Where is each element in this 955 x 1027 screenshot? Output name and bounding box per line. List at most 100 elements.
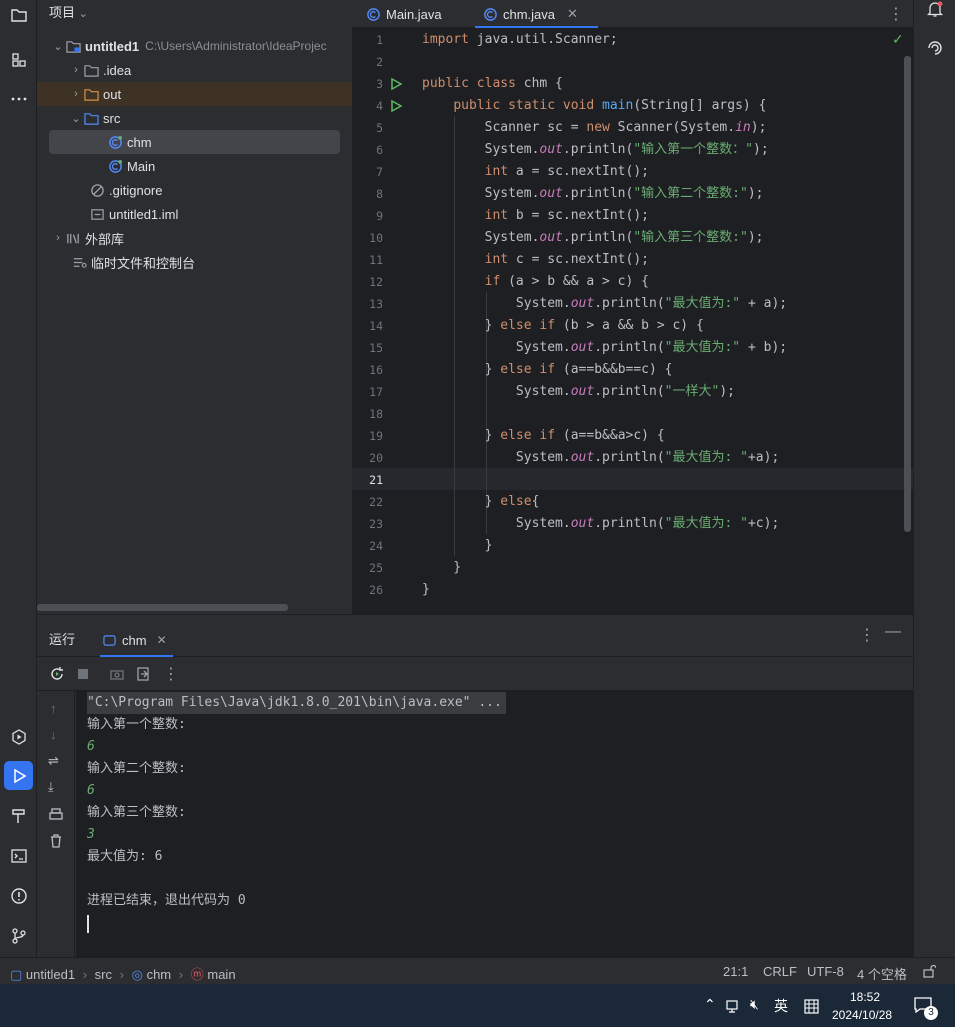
tree-item-label: src — [103, 110, 121, 126]
camera-icon[interactable] — [109, 666, 125, 682]
code-line-16: } else if (a==b&&b==c) { — [422, 362, 673, 377]
library-icon — [65, 230, 81, 246]
code-line-10: System.out.println("输入第三个整数:"); — [422, 230, 764, 245]
editor-tab-bar: Main.java chm.java ✕ ⋮ — [352, 0, 913, 28]
check-icon: ✓ — [892, 31, 904, 47]
project-title-label: 项目 — [49, 5, 76, 20]
lock-icon[interactable] — [922, 964, 936, 978]
horizontal-scrollbar[interactable] — [37, 604, 288, 611]
windows-taskbar: ⌃ 🔇︎ 英 18:52 2024/10/28 3 — [0, 984, 955, 1027]
code-line-7: int a = sc.nextInt(); — [484, 164, 649, 179]
close-icon[interactable]: ✕ — [567, 6, 578, 22]
rerun-icon[interactable] — [49, 666, 65, 682]
more-tools-button[interactable] — [4, 84, 33, 113]
code-line-25: } — [422, 560, 462, 575]
tree-item-untitled1[interactable]: ⌄ untitled1 C:\Users\Administrator\IdeaP… — [37, 34, 352, 58]
tab-options-icon[interactable]: ⋮ — [888, 4, 904, 24]
run-class-icon[interactable] — [389, 77, 403, 91]
folder-icon — [83, 62, 99, 78]
folder-icon — [10, 8, 27, 22]
exit-icon[interactable] — [135, 666, 151, 682]
stop-icon[interactable] — [75, 666, 91, 682]
tree-item-scratches[interactable]: 临时文件和控制台 — [37, 250, 352, 274]
print-icon[interactable] — [48, 807, 64, 823]
line-number: 5 — [376, 121, 383, 135]
ai-assistant-button[interactable] — [920, 33, 949, 62]
terminal-tool-button[interactable] — [4, 841, 33, 870]
caret-position[interactable]: 21:1 — [723, 964, 748, 979]
run-panel-title: 运行 — [49, 632, 76, 647]
tree-item-gitignore[interactable]: .gitignore — [37, 178, 352, 202]
source-folder-icon — [83, 110, 99, 126]
ai-assistant-icon — [927, 40, 942, 55]
tree-item-out[interactable]: › out — [37, 82, 352, 106]
java-class-icon — [484, 7, 497, 21]
tree-item-external-libraries[interactable]: › 外部库 — [37, 226, 352, 250]
run-tab-chm[interactable]: chm ✕ — [100, 623, 173, 657]
problems-tool-button[interactable] — [4, 881, 33, 910]
vertical-scrollbar[interactable] — [904, 56, 911, 532]
chevron-down-icon[interactable]: ⌄ — [51, 40, 65, 53]
services-tool-button[interactable] — [4, 722, 33, 751]
indent-setting[interactable]: 4 个空格 — [857, 964, 907, 983]
chevron-right-icon[interactable]: › — [69, 64, 83, 76]
folder-orange-icon — [83, 86, 99, 102]
keyboard-grid-icon[interactable] — [804, 999, 819, 1014]
tree-item-iml[interactable]: untitled1.iml — [37, 202, 352, 226]
hammer-icon — [11, 808, 25, 823]
console-output[interactable]: "C:\Program Files\Java\jdk1.8.0_201\bin\… — [76, 691, 913, 958]
run-tool-button[interactable] — [4, 761, 33, 790]
code-line-20: System.out.println("最大值为: "+a); — [422, 450, 780, 465]
run-main-icon[interactable] — [389, 99, 403, 113]
project-tool-button[interactable] — [4, 0, 33, 29]
line-separator[interactable]: CRLF — [763, 964, 797, 979]
more-options-icon[interactable]: ⋮ — [163, 664, 179, 684]
chevron-right-icon[interactable]: › — [51, 232, 65, 244]
chevron-down-icon[interactable]: ⌄ — [69, 112, 83, 125]
network-icon[interactable] — [726, 1000, 742, 1014]
notifications-button[interactable] — [920, 0, 949, 23]
line-number: 18 — [369, 407, 383, 421]
project-title[interactable]: 项目 ⌄ — [49, 2, 88, 21]
gutter: 1 2 3 4 5 6 7 8 9 10 11 12 13 14 15 16 17 18 19 20 21 22 23 24 2… — [352, 28, 422, 614]
tree-item-chm[interactable]: chm — [49, 130, 340, 154]
run-options-icon[interactable]: ⋮ — [859, 625, 875, 645]
git-tool-button[interactable] — [4, 921, 33, 950]
tree-item-label: 外部库 — [85, 231, 125, 247]
file-encoding[interactable]: UTF-8 — [807, 964, 844, 979]
line-number: 1 — [376, 33, 383, 47]
chevron-up-icon[interactable]: ⌃ — [704, 996, 716, 1013]
tree-item-src[interactable]: ⌄ src — [37, 106, 352, 130]
tab-main-java[interactable]: Main.java — [366, 0, 442, 28]
run-tab-label: chm — [122, 632, 147, 648]
status-bar: ▢ untitled1 › src › ◎ chm › ⓜ main 21:1 … — [0, 957, 955, 984]
code-editor[interactable]: 1 2 3 4 5 6 7 8 9 10 11 12 13 14 15 16 17 18 19 20 21 22 23 24 2… — [352, 28, 913, 614]
trash-icon[interactable] — [48, 833, 64, 849]
soft-wrap-icon[interactable]: ⇌ — [48, 753, 59, 769]
tab-label: Main.java — [386, 6, 442, 22]
console-line: 输入第二个整数: — [87, 761, 186, 776]
clock-date[interactable]: 2024/10/28 — [832, 1008, 892, 1022]
clock-time[interactable]: 18:52 — [850, 990, 880, 1004]
tree-item-idea[interactable]: › .idea — [37, 58, 352, 82]
minimize-icon[interactable]: — — [885, 623, 901, 641]
breadcrumb-class[interactable]: chm — [147, 967, 172, 982]
volume-muted-icon[interactable]: 🔇︎ — [750, 996, 759, 1013]
arrow-down-icon[interactable]: ↓ — [50, 727, 57, 742]
java-class-icon — [107, 158, 123, 174]
breadcrumb-project[interactable]: untitled1 — [26, 967, 75, 982]
build-tool-button[interactable] — [4, 801, 33, 830]
run-toolbar: ⋮ — [37, 657, 913, 691]
breadcrumb-method[interactable]: main — [207, 967, 235, 982]
tab-chm-java[interactable]: chm.java ✕ — [475, 0, 598, 28]
breadcrumb-src[interactable]: src — [95, 967, 112, 982]
run-header: 运行 chm ✕ ⋮ — — [37, 615, 913, 657]
tree-item-main[interactable]: Main — [37, 154, 352, 178]
scroll-to-end-icon[interactable]: ⤓ — [48, 779, 54, 795]
chevron-right-icon[interactable]: › — [69, 88, 83, 100]
structure-tool-button[interactable] — [4, 45, 33, 74]
arrow-up-icon[interactable]: ↑ — [50, 701, 57, 716]
close-icon[interactable]: ✕ — [157, 633, 167, 647]
input-method-indicator[interactable]: 英 — [774, 996, 788, 1016]
line-number: 3 — [376, 77, 383, 91]
